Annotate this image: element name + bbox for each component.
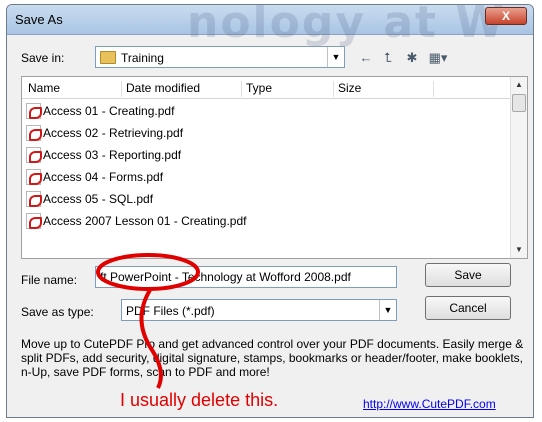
annotation-arrow-line <box>139 288 163 389</box>
annotation-overlay <box>96 253 200 389</box>
annotation-circle <box>96 253 200 291</box>
annotation-text: I usually delete this. <box>120 390 279 410</box>
